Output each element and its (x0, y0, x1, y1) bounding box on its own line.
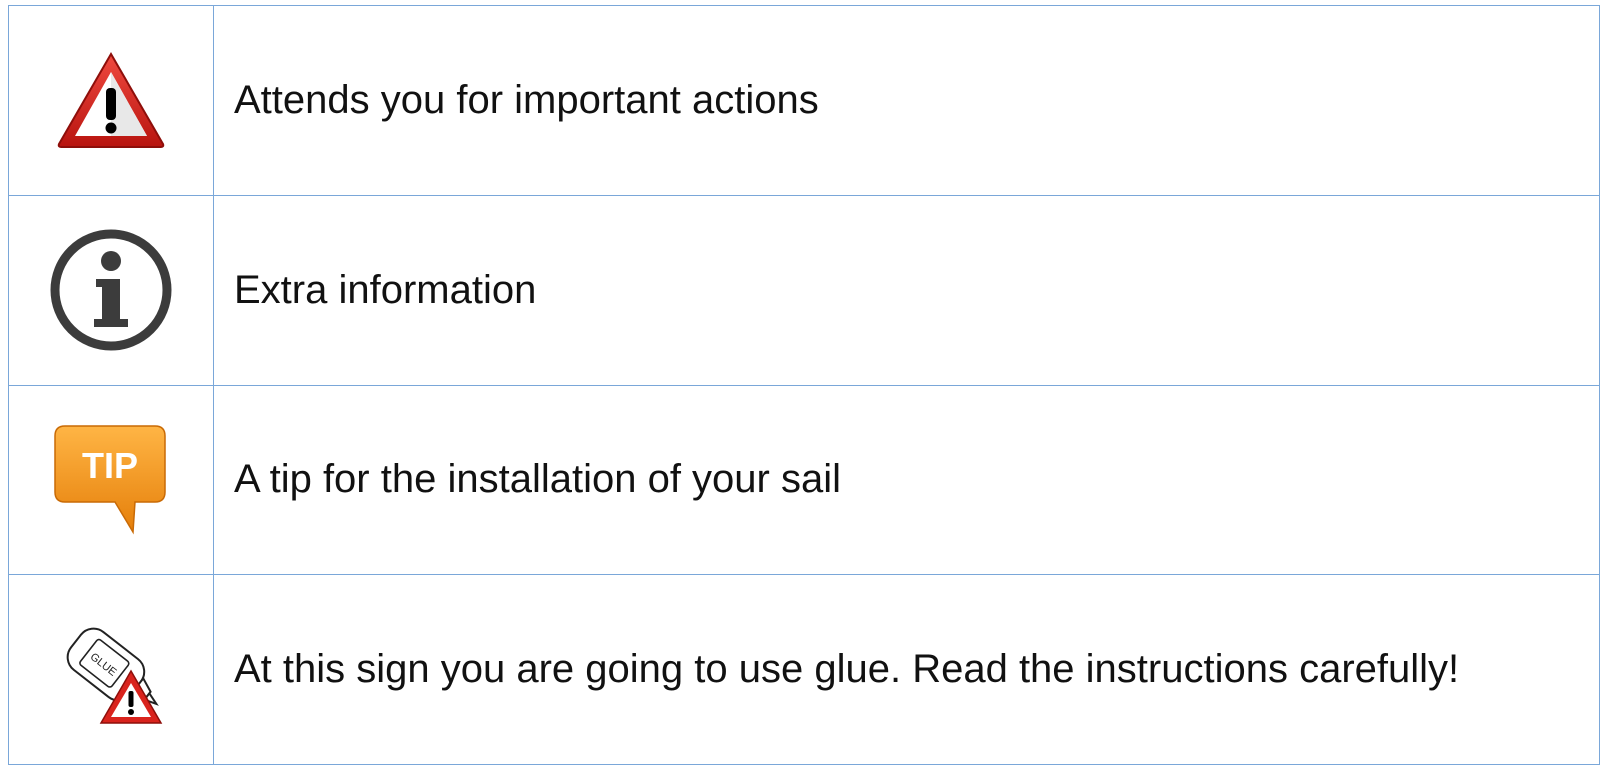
legend-icon-cell (8, 5, 214, 196)
tip-bubble-icon: TIP (54, 425, 166, 535)
glue-bottle-warning-icon: GLUE (66, 627, 163, 724)
legend-icon-cell: TIP (8, 384, 214, 576)
legend-text: A tip for the installation of your sail (213, 384, 1600, 576)
legend-text: At this sign you are going to use glue. … (213, 574, 1600, 765)
legend-row-warning: Attends you for important actions (8, 5, 1600, 196)
warning-triangle-icon (57, 52, 165, 149)
info-circle-icon (50, 229, 172, 351)
legend-text: Extra information (213, 194, 1600, 386)
legend-row-glue: GLUE At this sign you are going to use g… (8, 574, 1600, 765)
tip-icon-label: TIP (82, 445, 138, 486)
legend-row-info: Extra information (8, 194, 1600, 386)
legend-icon-cell: GLUE (8, 574, 214, 765)
legend-row-tip: TIP A tip for the installation of your s… (8, 384, 1600, 576)
legend-text: Attends you for important actions (213, 5, 1600, 196)
symbols-legend-table: Attends you for important actions Extra … (8, 5, 1600, 765)
legend-icon-cell (8, 194, 214, 386)
